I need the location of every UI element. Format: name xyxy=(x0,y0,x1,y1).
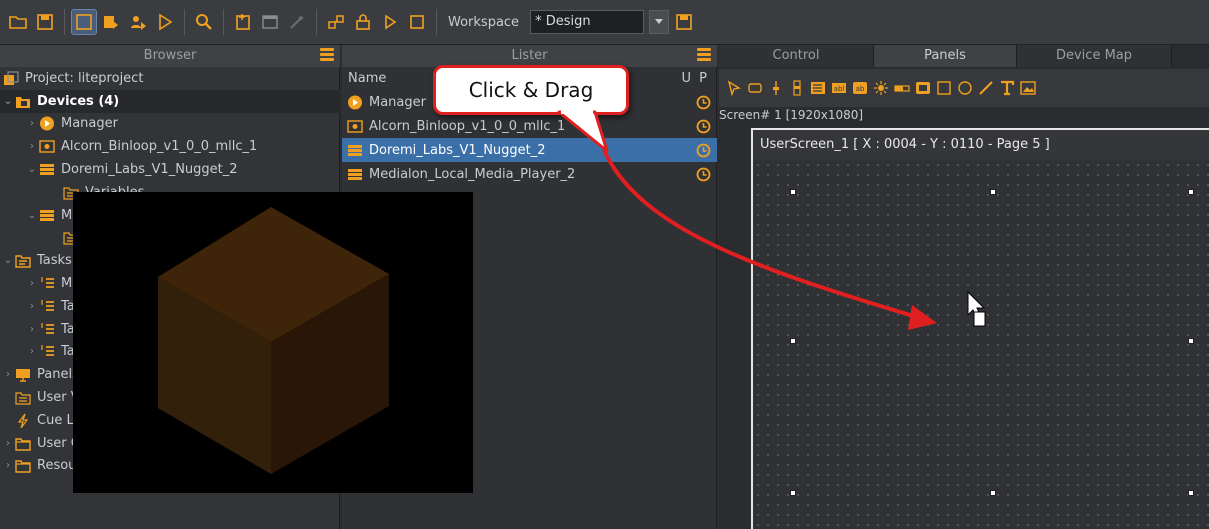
callout-tail xyxy=(557,109,609,153)
drag-arrow-icon xyxy=(602,149,921,320)
mouse-cursor-icon xyxy=(967,290,986,327)
click-drag-callout: Click & Drag xyxy=(433,65,629,115)
arrowhead-icon xyxy=(908,305,937,330)
